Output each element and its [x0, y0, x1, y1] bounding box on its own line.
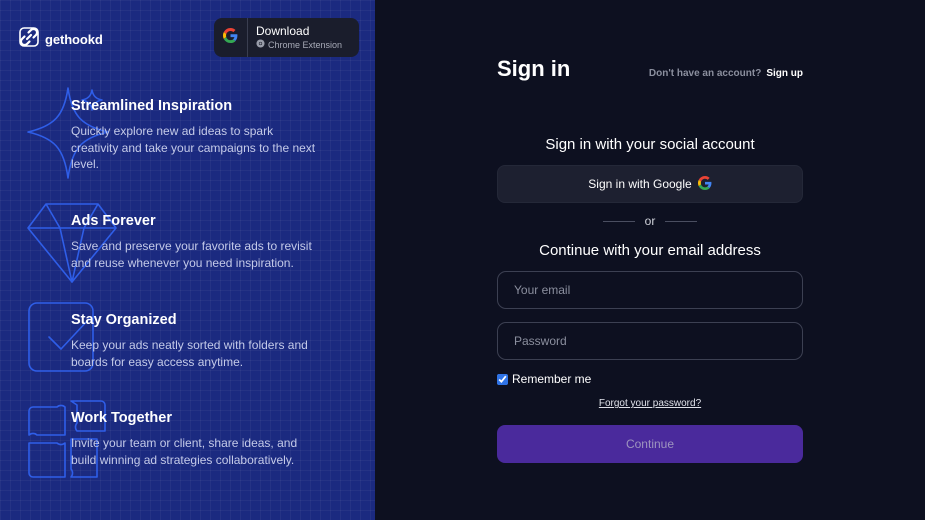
forgot-password-link[interactable]: Forgot your password? [497, 398, 803, 409]
feature-stay-organized: Stay Organized Keep your ads neatly sort… [71, 312, 311, 370]
page-title: Sign in [497, 56, 571, 81]
download-title: Download [256, 24, 310, 38]
feature-ads-forever: Ads Forever Save and preserve your favor… [71, 213, 321, 271]
social-heading: Sign in with your social account [545, 136, 755, 153]
password-input[interactable] [497, 322, 803, 360]
feature-title: Stay Organized [71, 312, 177, 328]
email-heading: Continue with your email address [539, 242, 761, 259]
signin-panel: Sign in Don't have an account? Sign up S… [375, 0, 925, 520]
remember-me[interactable]: Remember me [497, 372, 591, 386]
features-panel: gethookd Download Chrome Extension Strea… [0, 0, 375, 520]
feature-description: Invite your team or client, share ideas,… [71, 436, 298, 467]
feature-title: Ads Forever [71, 213, 156, 229]
feature-title: Streamlined Inspiration [71, 98, 233, 114]
feature-description: Keep your ads neatly sorted with folders… [71, 338, 308, 369]
brand-logo[interactable]: gethookd [18, 26, 103, 53]
download-subtitle: Chrome Extension [268, 40, 343, 50]
continue-button[interactable]: Continue [497, 425, 803, 463]
feature-description: Save and preserve your favorite ads to r… [71, 239, 312, 270]
remember-me-label: Remember me [512, 372, 592, 386]
chrome-icon [256, 39, 265, 51]
google-button-label: Sign in with Google [588, 177, 692, 191]
brand-name: gethookd [45, 32, 103, 47]
feature-title: Work Together [71, 410, 172, 426]
or-text: or [644, 214, 656, 228]
google-icon [697, 175, 712, 193]
feature-work-together: Work Together Invite your team or client… [71, 410, 311, 468]
or-divider: or [497, 214, 803, 228]
email-input[interactable] [497, 271, 803, 309]
signup-link[interactable]: Sign up [766, 68, 803, 79]
divider-line [665, 220, 698, 222]
remember-me-checkbox[interactable] [497, 373, 508, 385]
divider-line [602, 220, 635, 222]
signup-prompt: Don't have an account? Sign up [649, 68, 803, 79]
link-logo-icon [18, 26, 40, 53]
google-signin-button[interactable]: Sign in with Google [497, 165, 803, 203]
feature-description: Quickly explore new ad ideas to spark cr… [71, 124, 316, 171]
download-extension-button[interactable]: Download Chrome Extension [214, 18, 359, 57]
feature-streamlined-inspiration: Streamlined Inspiration Quickly explore … [71, 98, 321, 173]
no-account-text: Don't have an account? [648, 68, 762, 79]
google-icon [223, 27, 238, 48]
